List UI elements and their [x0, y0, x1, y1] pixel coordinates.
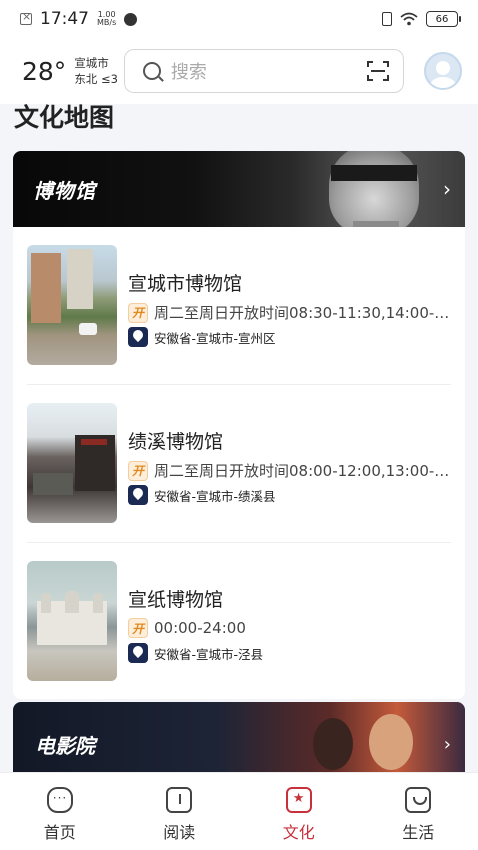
museum-address: 安徽省-宣城市-泾县 — [154, 646, 264, 662]
search-placeholder: 搜索 — [170, 62, 207, 83]
museum-thumbnail — [27, 245, 117, 365]
chevron-right-icon: › — [443, 734, 451, 755]
nav-item-home[interactable]: 首页 — [0, 773, 120, 850]
nav-label: 文化 — [282, 823, 315, 842]
hours-row: 开 周二至周日开放时间08:30-11:30,14:00-17:00 — [128, 302, 450, 323]
status-time: 17:47 — [40, 9, 89, 29]
scan-icon[interactable] — [366, 61, 389, 81]
notification-icon — [20, 10, 32, 25]
museum-thumbnail — [27, 561, 117, 681]
nav-item-culture[interactable]: 文化 — [239, 773, 359, 850]
location-pin-icon — [128, 643, 148, 663]
nav-label: 生活 — [402, 823, 435, 842]
weather-widget[interactable]: 28° 宣城市 东北 ≤3 — [22, 55, 118, 87]
culture-icon — [285, 787, 312, 813]
open-hours-icon: 开 — [128, 460, 148, 481]
cinema-image-figure — [313, 718, 353, 770]
address-row: 安徽省-宣城市-宣州区 — [128, 327, 276, 347]
opening-hours: 周二至周日开放时间08:30-11:30,14:00-17:00 — [154, 304, 450, 322]
temperature: 28° — [22, 56, 67, 86]
address-row: 安徽省-宣城市-泾县 — [128, 643, 263, 663]
nav-label: 阅读 — [163, 823, 196, 842]
museum-name: 绩溪博物馆 — [128, 431, 224, 453]
hours-row: 开 周二至周日开放时间08:00-12:00,13:00-17:00 — [128, 460, 450, 481]
nav-item-life[interactable]: 生活 — [359, 773, 478, 850]
cinema-banner-title: 电影院 — [35, 734, 95, 758]
museum-name: 宣城市博物馆 — [128, 273, 243, 295]
life-icon — [405, 787, 432, 813]
battery-icon: 66 — [426, 11, 461, 27]
search-input[interactable]: 搜索 — [123, 49, 404, 93]
wifi-icon — [400, 12, 418, 26]
book-icon — [166, 787, 193, 813]
museum-list-item[interactable]: 宣城市博物馆 开 周二至周日开放时间08:30-11:30,14:00-17:0… — [27, 227, 451, 385]
status-bar: 17:47 1.00 MB/s 66 — [0, 0, 478, 38]
vibrate-icon — [382, 12, 392, 26]
open-hours-icon: 开 — [128, 302, 148, 323]
location-pin-icon — [128, 327, 148, 347]
cinema-image-figure — [369, 714, 413, 770]
cinema-banner[interactable]: 电影院 › — [13, 702, 465, 772]
app-header: 28° 宣城市 东北 ≤3 搜索 — [0, 38, 478, 104]
network-speed: 1.00 MB/s — [97, 11, 116, 27]
weather-info: 宣城市 东北 ≤3 — [74, 55, 118, 87]
museum-list-item[interactable]: 宣纸博物馆 开 00:00-24:00 安徽省-宣城市-泾县 — [27, 543, 451, 699]
museum-address: 安徽省-宣城市-绩溪县 — [154, 488, 276, 504]
museum-banner[interactable]: 博物馆 › — [13, 151, 465, 227]
statue-image — [329, 151, 419, 227]
bottom-nav: 首页 阅读 文化 生活 — [0, 772, 478, 850]
chevron-right-icon: › — [443, 177, 451, 201]
statue-blindfold — [331, 165, 417, 181]
open-hours-icon: 开 — [128, 618, 148, 638]
museum-name: 宣纸博物馆 — [128, 589, 224, 611]
location-pin-icon — [128, 485, 148, 505]
weather-wind: 东北 ≤3 — [74, 72, 118, 86]
search-icon — [142, 62, 161, 80]
museum-address: 安徽省-宣城市-宣州区 — [154, 330, 276, 346]
opening-hours: 00:00-24:00 — [154, 619, 246, 637]
museum-list-item[interactable]: 绩溪博物馆 开 周二至周日开放时间08:00-12:00,13:00-17:00… — [27, 385, 451, 543]
home-icon — [46, 787, 73, 813]
network-speed-unit: MB/s — [97, 18, 117, 27]
battery-level: 66 — [435, 13, 449, 25]
page-title: 文化地图 — [14, 103, 115, 132]
opening-hours: 周二至周日开放时间08:00-12:00,13:00-17:00 — [154, 462, 450, 480]
museum-banner-title: 博物馆 — [33, 179, 96, 203]
museum-card: 博物馆 › 宣城市博物馆 开 周二至周日开放时间08:30-11:30,14:0… — [13, 151, 465, 699]
museum-thumbnail — [27, 403, 117, 523]
weather-city: 宣城市 — [74, 56, 109, 70]
hours-row: 开 00:00-24:00 — [128, 618, 450, 638]
app-status-icon — [124, 12, 138, 26]
address-row: 安徽省-宣城市-绩溪县 — [128, 485, 276, 505]
nav-label: 首页 — [43, 823, 76, 842]
avatar[interactable] — [424, 52, 462, 90]
nav-item-read[interactable]: 阅读 — [120, 773, 240, 850]
